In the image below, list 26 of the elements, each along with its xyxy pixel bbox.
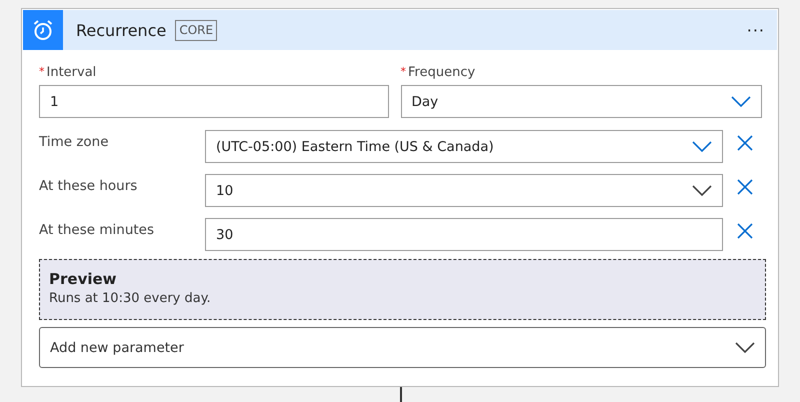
dropdown-field[interactable]: Day [400,85,762,118]
field-label: At these minutes [39,222,156,238]
alarm-clock-icon [32,19,54,41]
input-field[interactable]: 1 [39,85,389,118]
core-badge: CORE [175,20,218,40]
close-icon [737,134,753,150]
field-label: Interval [46,65,96,80]
required-mark: * [400,65,406,78]
input-field[interactable]: 30 [205,218,723,251]
field-label: At these hours [39,178,138,194]
connector-line [400,387,402,402]
preview-title: Preview [49,270,118,288]
dropdown-field[interactable]: (UTC-05:00) Eastern Time (US & Canada) [205,130,723,163]
remove-button[interactable] [737,178,753,194]
remove-button[interactable] [737,222,753,238]
remove-button[interactable] [737,134,753,150]
more-button[interactable]: ··· [742,20,769,40]
close-icon [737,222,753,238]
dropdown-field[interactable]: 10 [205,174,723,207]
close-icon [737,178,753,194]
add-parameter-dropdown[interactable]: Add new parameter [39,327,766,368]
field-label: Frequency [408,65,476,80]
required-mark: * [39,65,44,78]
preview-text: Runs at 10:30 every day. [49,291,212,306]
field-label: Time zone [39,134,110,150]
card-title: Recurrence [76,20,166,40]
